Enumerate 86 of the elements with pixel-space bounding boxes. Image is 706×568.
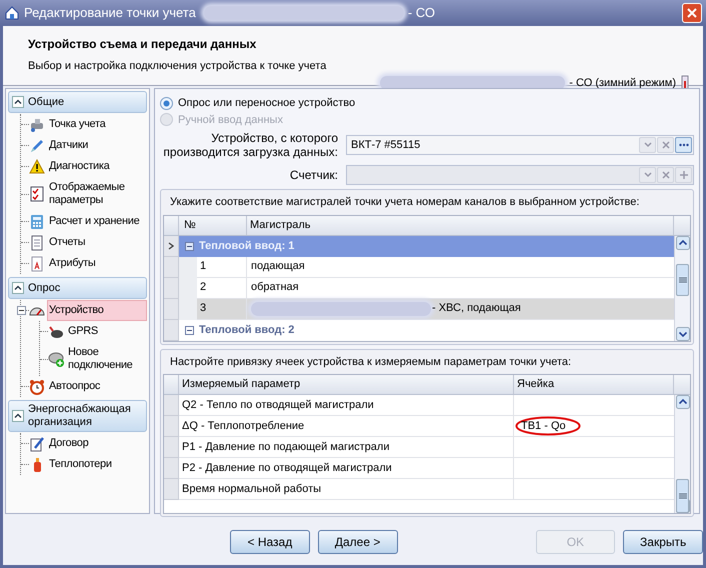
warning-icon xyxy=(29,158,45,174)
scroll-up-icon xyxy=(676,395,690,409)
thermometer-icon xyxy=(680,74,690,91)
mouse-icon xyxy=(48,351,64,367)
nav-item[interactable]: Датчики xyxy=(47,135,147,156)
dialog-button[interactable]: < Назад xyxy=(230,530,310,554)
table-cell: 1 xyxy=(197,256,247,278)
radio-option[interactable]: Опрос или переносное устройство xyxy=(160,95,694,112)
table-cell: P2 - Давление по отводящей магистрали xyxy=(179,458,514,479)
dialog-button[interactable]: Далее > xyxy=(318,530,398,554)
dialog-button[interactable]: Закрыть xyxy=(623,530,703,554)
nav-item[interactable]: GPRS xyxy=(66,321,147,342)
table-cell-text: обратная xyxy=(251,280,299,296)
nav-item[interactable]: Автоопрос xyxy=(47,376,147,397)
row-pointer-icon xyxy=(168,242,174,250)
pen-icon xyxy=(29,138,45,154)
header-title: Устройство съема и передачи данных xyxy=(28,36,258,53)
window-title-suffix: - СО xyxy=(408,4,435,22)
nav-item[interactable]: Точка учета xyxy=(47,114,147,135)
plus-icon xyxy=(678,169,690,181)
close-button[interactable] xyxy=(682,3,702,23)
row-header[interactable] xyxy=(164,236,179,256)
table-cell: 3 xyxy=(197,298,247,320)
close-icon xyxy=(687,8,697,18)
table-cell: Время нормальной работы xyxy=(179,479,514,500)
nav-item[interactable]: Отчеты xyxy=(47,232,147,253)
group-header[interactable]: Общие xyxy=(8,91,147,113)
group-label: Общие xyxy=(28,96,64,108)
column-header: № xyxy=(179,216,247,234)
document-icon xyxy=(29,256,45,272)
table-cell: P1 - Давление по подающей магистрали xyxy=(179,437,514,458)
scrollbar[interactable] xyxy=(674,395,690,513)
group-header[interactable]: Энергоснабжающая организация xyxy=(8,400,147,432)
nav-item[interactable]: Расчет и хранение xyxy=(47,211,147,232)
table-cell: 2 xyxy=(197,278,247,298)
pencil-paper-icon xyxy=(29,436,45,452)
location-label: - СО (зимний режим) xyxy=(569,76,676,90)
table-caption: Настройте привязку ячеек устройства к измеряемым параметрам точки учета: xyxy=(169,354,572,370)
collapse-icon xyxy=(185,242,194,250)
nav-item[interactable]: Диагностика xyxy=(47,156,147,177)
nav-item[interactable]: Договор xyxy=(47,433,147,454)
nav-item[interactable]: Атрибуты xyxy=(47,253,147,274)
table-cell-text: подающая xyxy=(251,259,305,274)
dropdown-button[interactable] xyxy=(639,137,656,153)
checklist-icon xyxy=(29,186,45,202)
table-caption: Укажите соответствие магистралей точки учета номерам каналов в выбранном устройстве: xyxy=(169,195,640,210)
row-indent xyxy=(179,298,197,320)
scroll-up-icon xyxy=(676,236,690,250)
table-cell: ΔQ - Теплопотребление xyxy=(179,416,514,437)
table-cell-text: ТВ1 - Qo xyxy=(521,418,566,434)
grip-icon xyxy=(678,493,686,499)
group-label: Опрос xyxy=(28,282,60,294)
field-label: Счетчик: xyxy=(288,168,338,182)
pipe-icon xyxy=(29,116,45,132)
nav-item[interactable]: Теплопотери xyxy=(47,454,147,475)
document-icon xyxy=(29,234,45,250)
table-cell: Q2 - Тепло по отводящей магистрали xyxy=(179,395,514,416)
window-title: Редактирование точки учета xyxy=(24,4,196,22)
group-label: Энергоснабжающая организация xyxy=(28,403,132,429)
table-cell-text: - ХВС, подающая xyxy=(432,301,521,316)
radio-button[interactable] xyxy=(160,96,173,110)
scroll-down-icon xyxy=(676,326,690,340)
alarm-clock-icon xyxy=(29,378,45,394)
mouse-icon xyxy=(48,324,64,340)
browse-button[interactable] xyxy=(675,137,692,153)
column-header: Магистраль xyxy=(247,216,674,234)
close-icon xyxy=(660,169,672,181)
scroll-thumb[interactable] xyxy=(676,479,689,513)
grip-icon xyxy=(678,276,686,282)
collapse-icon xyxy=(185,326,194,334)
close-icon xyxy=(660,139,672,151)
scroll-thumb[interactable] xyxy=(676,264,689,296)
nav-item[interactable]: Отображаемые параметры xyxy=(47,177,147,211)
calculator-icon xyxy=(29,214,45,230)
group-header[interactable]: Опрос xyxy=(8,277,147,299)
field-value: ВКТ-7 #55115 xyxy=(350,138,422,153)
header-subtitle: Выбор и настройка подключения устройства к точке учета xyxy=(28,59,328,74)
nav-item[interactable]: Устройство xyxy=(47,300,147,321)
field-label: Устройство, с которого производится загрузка данных: xyxy=(162,131,338,159)
row-indent xyxy=(179,256,197,278)
device-field[interactable]: ВКТ-7 #55115 xyxy=(346,135,694,155)
column-header: Ячейка xyxy=(514,375,674,394)
column-header: Измеряемый параметр xyxy=(179,375,514,394)
house-icon xyxy=(4,5,20,21)
nav-item[interactable]: Новое подключение xyxy=(66,342,147,376)
scrollbar[interactable] xyxy=(674,236,690,340)
